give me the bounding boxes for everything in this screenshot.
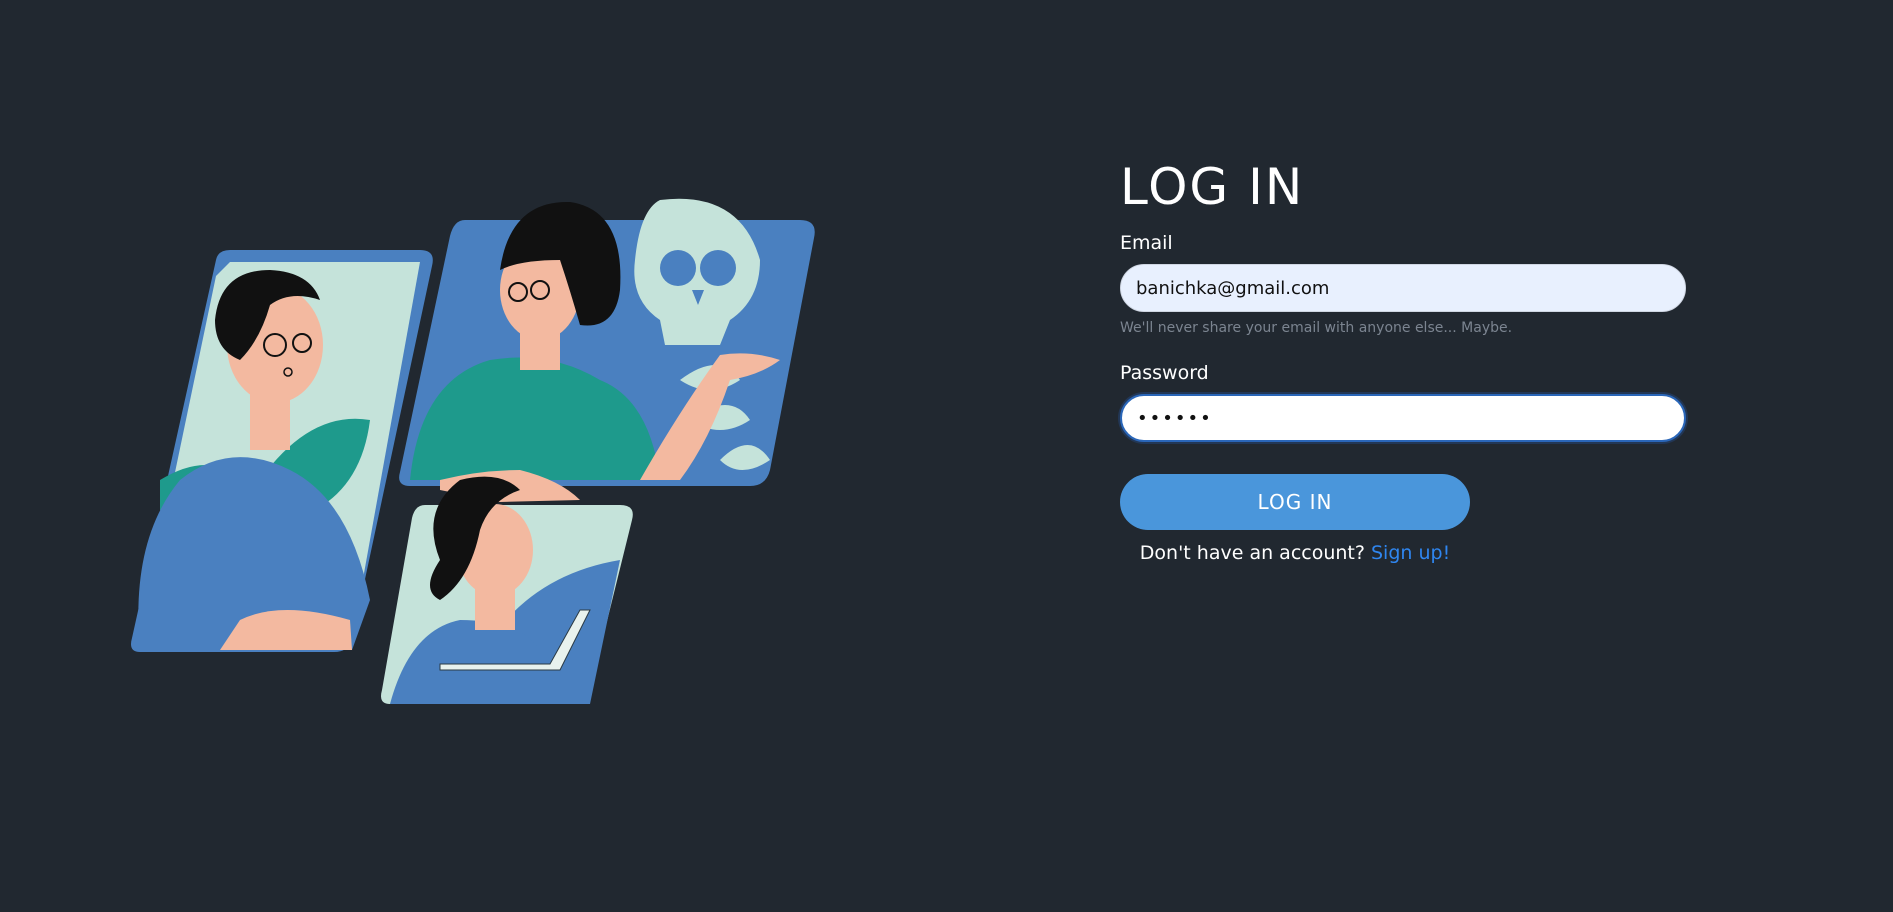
email-value: banichka@gmail.com [1136, 277, 1330, 299]
bottom-panel [381, 476, 633, 704]
right-top-panel [399, 198, 815, 502]
password-label: Password [1120, 362, 1209, 384]
signup-prompt: Don't have an account? [1139, 542, 1365, 564]
video-call-illustration [131, 198, 815, 704]
email-field[interactable]: banichka@gmail.com [1120, 264, 1686, 312]
signup-row: Don't have an account? Sign up! [1120, 542, 1470, 564]
login-button[interactable]: LOG IN [1120, 474, 1470, 530]
signup-link[interactable]: Sign up! [1371, 542, 1450, 564]
login-form: LOG IN Email banichka@gmail.com We'll ne… [1120, 150, 1686, 564]
left-panel [131, 250, 433, 652]
page-title: LOG IN [1120, 158, 1305, 216]
password-value: •••••• [1137, 407, 1213, 429]
email-hint: We'll never share your email with anyone… [1120, 320, 1513, 336]
email-label: Email [1120, 232, 1173, 254]
password-field[interactable]: •••••• [1120, 394, 1686, 442]
